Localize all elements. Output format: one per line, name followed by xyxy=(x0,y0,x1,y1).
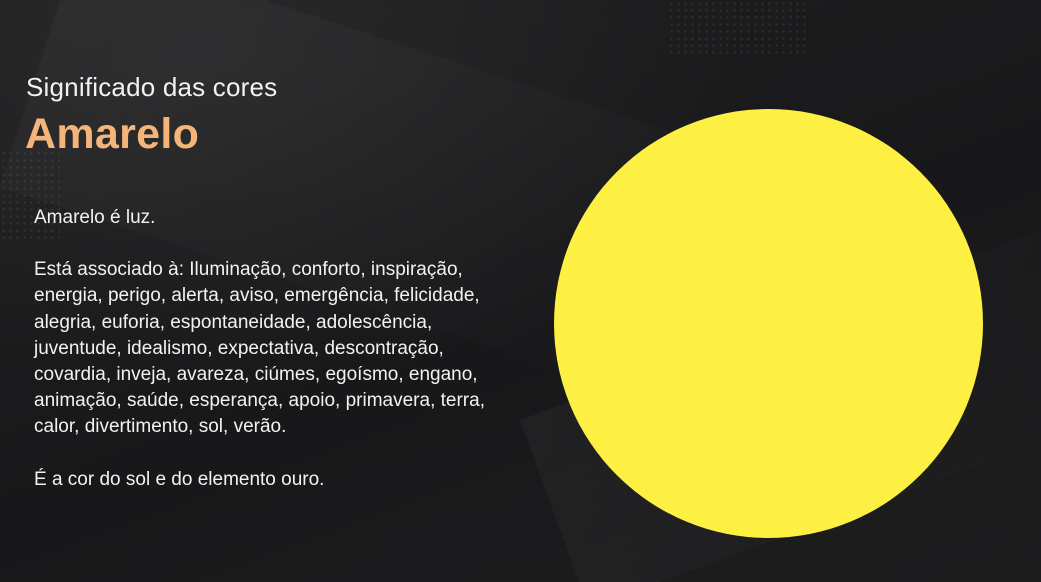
closing-text: É a cor do sol e do elemento ouro. xyxy=(34,468,325,490)
dot-pattern-top-right xyxy=(668,0,808,56)
slide-title: Amarelo xyxy=(25,110,200,158)
yellow-color-swatch xyxy=(554,109,983,538)
slide-subtitle: Significado das cores xyxy=(26,72,278,102)
description-block: Amarelo é luz. Está associado à: Ilumina… xyxy=(34,205,514,493)
associations-text: Está associado à: Iluminação, conforto, … xyxy=(34,259,485,438)
intro-text: Amarelo é luz. xyxy=(34,207,156,228)
